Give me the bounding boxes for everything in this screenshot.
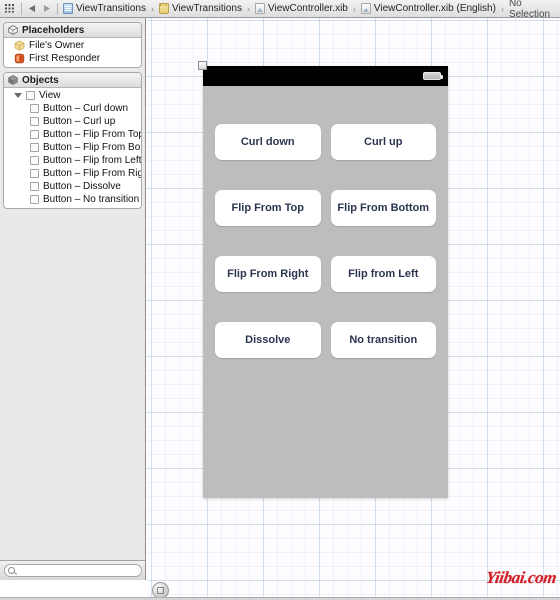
filter-input[interactable] xyxy=(4,564,142,577)
placeholders-list: File's Owner First Responder xyxy=(4,38,141,67)
tree-item-label: Button – Curl up xyxy=(43,116,116,127)
device-container: Curl down Curl up Flip From Top Flip Fro… xyxy=(198,61,448,498)
list-item-files-owner[interactable]: File's Owner xyxy=(4,39,141,52)
view-object-icon xyxy=(26,91,35,100)
tree-item-button[interactable]: Button – Flip From Top xyxy=(4,128,141,141)
zoom-toggle-glyph xyxy=(157,586,164,594)
breadcrumb-label: ViewController.xib xyxy=(268,3,348,14)
tree-item-button[interactable]: Button – Curl down xyxy=(4,102,141,115)
button-object-icon xyxy=(30,143,39,152)
button-label: Flip from Left xyxy=(348,268,419,280)
placeholders-header[interactable]: Placeholders xyxy=(4,23,141,38)
resize-handle[interactable] xyxy=(198,61,207,70)
zoom-toggle-icon[interactable] xyxy=(152,581,169,599)
jump-bar-divider-2 xyxy=(57,2,58,15)
search-icon xyxy=(8,567,15,574)
folder-icon xyxy=(158,3,169,14)
button-label: Curl up xyxy=(364,136,403,148)
tree-item-label: Button – Dissolve xyxy=(43,181,121,192)
button-label: No transition xyxy=(349,334,418,346)
xib-file-icon xyxy=(255,3,265,14)
button-object-icon xyxy=(30,104,39,113)
button-flip-from-right[interactable]: Flip From Right xyxy=(215,256,321,292)
tree-item-button[interactable]: Button – Flip From Bo… xyxy=(4,141,141,154)
grid-icon[interactable] xyxy=(3,2,18,16)
tree-item-view[interactable]: View xyxy=(4,89,141,102)
placeholders-title: Placeholders xyxy=(22,24,85,36)
tree-item-label: Button – Flip from Left xyxy=(43,155,142,166)
button-curl-down[interactable]: Curl down xyxy=(215,124,321,160)
objects-section: Objects View Button – Curl down Button –… xyxy=(3,72,142,209)
button-object-icon xyxy=(30,130,39,139)
disclosure-triangle-icon[interactable] xyxy=(14,92,22,100)
breadcrumb-item-xib[interactable]: ViewController.xib xyxy=(253,1,350,17)
placeholders-section: Placeholders File's Owner First Responde… xyxy=(3,22,142,68)
button-grid: Curl down Curl up Flip From Top Flip Fro… xyxy=(203,86,448,358)
button-flip-from-bottom[interactable]: Flip From Bottom xyxy=(330,190,436,226)
first-responder-icon xyxy=(14,53,25,64)
button-flip-from-left[interactable]: Flip from Left xyxy=(330,256,436,292)
project-icon xyxy=(62,3,73,14)
tree-item-button[interactable]: Button – Flip from Left xyxy=(4,154,141,167)
tree-item-button[interactable]: Button – Curl up xyxy=(4,115,141,128)
cube-outline-icon xyxy=(8,25,18,35)
button-object-icon xyxy=(30,169,39,178)
sidebar-bottom-bar xyxy=(0,560,145,580)
xcode-interface-builder-window: ViewTransitions › ViewTransitions › View… xyxy=(0,0,560,600)
tree-item-button[interactable]: Button – Flip From Right xyxy=(4,167,141,180)
list-item-label: First Responder xyxy=(29,53,101,64)
tree-item-button[interactable]: Button – Dissolve xyxy=(4,180,141,193)
button-label: Flip From Top xyxy=(231,202,304,214)
outline-sidebar: Placeholders File's Owner First Responde… xyxy=(0,18,146,580)
button-curl-up[interactable]: Curl up xyxy=(330,124,436,160)
button-object-icon xyxy=(30,195,39,204)
iphone-view[interactable]: Curl down Curl up Flip From Top Flip Fro… xyxy=(203,66,448,498)
list-item-label: File's Owner xyxy=(29,40,85,51)
breadcrumb-label: ViewTransitions xyxy=(75,3,146,14)
button-label: Curl down xyxy=(240,136,295,148)
button-object-icon xyxy=(30,182,39,191)
breadcrumb-separator: › xyxy=(500,3,504,14)
tree-item-label: Button – Flip From Top xyxy=(43,129,142,140)
breadcrumb-separator: › xyxy=(150,3,154,14)
breadcrumb-item-xib-english[interactable]: ViewController.xib (English) xyxy=(359,1,498,17)
tree-item-button[interactable]: Button – No transition xyxy=(4,193,141,206)
button-flip-from-top[interactable]: Flip From Top xyxy=(215,190,321,226)
status-bar xyxy=(203,66,448,86)
watermark: Yiibai.com xyxy=(484,568,558,587)
breadcrumb-separator: › xyxy=(247,3,250,14)
tree-item-label: View xyxy=(39,90,61,101)
tree-item-label: Button – No transition xyxy=(43,194,140,205)
button-no-transition[interactable]: No transition xyxy=(330,322,436,358)
button-label: Dissolve xyxy=(245,334,291,346)
jump-bar: ViewTransitions › ViewTransitions › View… xyxy=(0,0,560,20)
objects-title: Objects xyxy=(22,74,59,86)
objects-tree: View Button – Curl down Button – Curl up… xyxy=(4,88,141,208)
cube-solid-icon xyxy=(8,75,18,85)
design-canvas[interactable]: Curl down Curl up Flip From Top Flip Fro… xyxy=(147,18,560,600)
tree-item-label: Button – Flip From Bo… xyxy=(43,142,142,153)
forward-arrow-icon[interactable] xyxy=(40,2,54,16)
button-object-icon xyxy=(30,156,39,165)
button-dissolve[interactable]: Dissolve xyxy=(215,322,321,358)
xib-file-icon xyxy=(360,3,371,14)
battery-icon xyxy=(423,72,443,80)
breadcrumb-label: ViewTransitions xyxy=(171,3,242,14)
breadcrumb-label: ViewController.xib (English) xyxy=(373,3,496,14)
button-object-icon xyxy=(30,117,39,126)
jump-bar-divider-1 xyxy=(21,2,23,15)
breadcrumb-separator: › xyxy=(352,3,356,14)
breadcrumb-selection[interactable]: No Selection xyxy=(509,0,560,20)
button-label: Flip From Bottom xyxy=(337,202,430,214)
objects-header[interactable]: Objects xyxy=(4,73,141,88)
files-owner-icon xyxy=(14,40,25,51)
breadcrumb-item-folder[interactable]: ViewTransitions xyxy=(157,1,244,17)
tree-item-label: Button – Flip From Right xyxy=(43,168,142,179)
button-label: Flip From Right xyxy=(227,268,309,280)
tree-item-label: Button – Curl down xyxy=(43,103,129,114)
list-item-first-responder[interactable]: First Responder xyxy=(4,52,141,65)
breadcrumb-item-project[interactable]: ViewTransitions xyxy=(61,1,148,17)
back-arrow-icon[interactable] xyxy=(25,2,39,16)
